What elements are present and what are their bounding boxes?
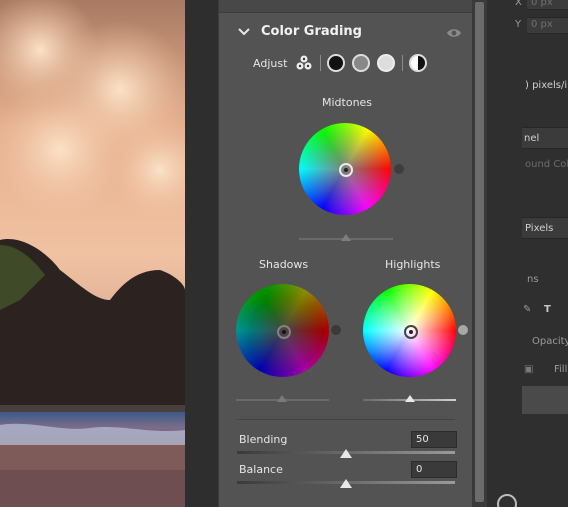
channel-text: nel [524, 133, 540, 144]
section-title: Color Grading [261, 24, 362, 39]
y-label: Y [515, 19, 522, 30]
highlights-luminance-thumb[interactable] [405, 395, 415, 402]
highlights-label: Highlights [385, 258, 441, 271]
highlights-wheel[interactable] [363, 284, 456, 377]
eye-icon[interactable] [446, 27, 462, 39]
background-color-text: ound Color [525, 159, 568, 170]
chevron-down-icon[interactable] [237, 25, 251, 39]
layer-row[interactable] [522, 386, 568, 414]
y-row: Y 0 px [487, 17, 568, 34]
shadows-wheel-handle[interactable] [276, 324, 291, 339]
adjust-label: Adjust [253, 56, 288, 70]
highlights-luminance-knob[interactable] [458, 325, 468, 335]
y-value: 0 px [531, 19, 553, 30]
x-value: 0 px [531, 0, 553, 8]
x-row: X 0 px [487, 0, 568, 12]
divider [237, 419, 455, 420]
fill-text: Fill [554, 364, 568, 375]
midtones-wheel-handle[interactable] [339, 163, 353, 177]
link-layers-icon[interactable] [497, 494, 517, 507]
panel-top-strip [219, 0, 473, 13]
pixels-text: Pixels [525, 223, 554, 234]
balance-input[interactable]: 0 [411, 461, 457, 478]
three-way-wheels-icon[interactable] [295, 54, 313, 72]
midtones-luminance-thumb[interactable] [341, 234, 351, 241]
midtones-luminance-knob[interactable] [394, 164, 404, 174]
midtones-mode-icon[interactable] [352, 54, 371, 72]
layers-tab[interactable]: ns [527, 274, 568, 285]
highlights-mode-icon[interactable] [377, 54, 396, 72]
resolution-text: ) pixels/in [525, 80, 568, 91]
shadows-mode-icon[interactable] [327, 54, 346, 72]
opacity-text: Opacity [532, 336, 568, 347]
blending-input[interactable]: 50 [411, 431, 457, 448]
shadows-label: Shadows [259, 258, 309, 271]
balance-slider-thumb[interactable] [340, 479, 352, 488]
shadows-luminance-thumb[interactable] [277, 395, 287, 402]
color-grading-panel: Color Grading Adjust Midtones Shadows Hi… [218, 0, 474, 507]
photo-canvas [0, 0, 185, 507]
blending-slider-thumb[interactable] [340, 449, 352, 458]
brush-tool-icon[interactable]: ✎ [523, 304, 531, 315]
shadows-luminance-knob[interactable] [331, 325, 341, 335]
mode-separator [402, 55, 404, 71]
highlights-wheel-handle[interactable] [403, 324, 418, 339]
mode-separator [320, 55, 322, 71]
type-tool-icon[interactable]: T [544, 304, 551, 315]
x-label: X [515, 0, 522, 8]
global-mode-icon[interactable] [409, 54, 428, 72]
adjust-row: Adjust [253, 54, 434, 72]
color-grading-header[interactable]: Color Grading [237, 24, 362, 39]
lock-icon[interactable]: ▣ [524, 364, 533, 375]
midtones-label: Midtones [322, 96, 373, 109]
shadows-wheel[interactable] [236, 284, 329, 377]
midtones-wheel[interactable] [299, 123, 391, 215]
blending-label: Blending [239, 433, 288, 446]
panel-scrollbar[interactable] [472, 0, 487, 507]
panel-gap [185, 0, 218, 507]
balance-label: Balance [239, 463, 283, 476]
panel-scrollbar-thumb[interactable] [475, 2, 484, 502]
properties-panel: X 0 px Y 0 px ) pixels/in nel ound Color… [487, 0, 568, 507]
